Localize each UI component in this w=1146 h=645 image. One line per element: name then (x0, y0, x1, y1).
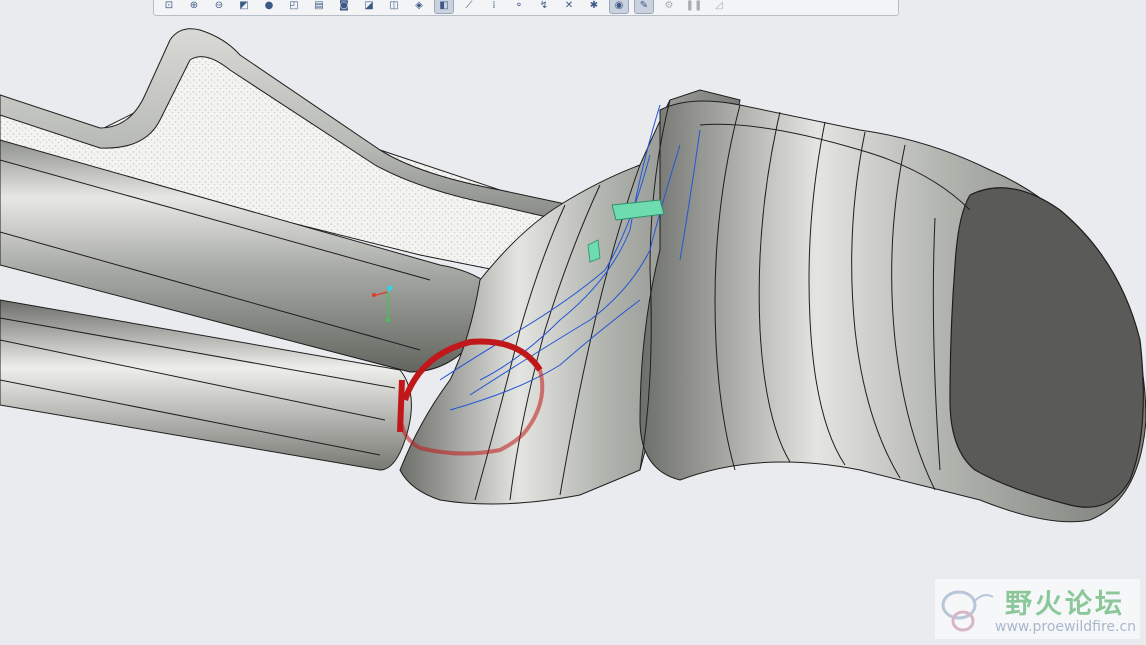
saved-orientations-icon[interactable]: ◰ (285, 0, 303, 13)
end-cap (949, 187, 1144, 508)
zoom-refit-icon[interactable]: ⊡ (160, 0, 178, 13)
csys-display-icon[interactable]: ↯ (535, 0, 553, 13)
annotation-display-icon[interactable]: ✕ (560, 0, 578, 13)
watermark-url: www.proewildfire.cn (995, 619, 1137, 635)
show-hidden-icon[interactable]: ◉ (609, 0, 629, 14)
measure-icon[interactable]: ✎ (634, 0, 654, 14)
zoom-out-icon[interactable]: ⊖ (210, 0, 228, 13)
view-toolbar: ⊡ ⊕ ⊖ ◩ ● ◰ ▤ ◙ ◪ ◫ ◈ ◧ ⟋ ⁞ ⚬ ↯ ✕ ✱ ◉ ✎ ⚙ ❚❚ ◿ (153, 0, 899, 16)
perspective-icon[interactable]: ◪ (360, 0, 378, 13)
watermark-title: 野火论坛 (1005, 589, 1125, 620)
appearance-icon[interactable]: ⚙ (660, 0, 678, 13)
view-manager-icon[interactable]: ▤ (310, 0, 328, 13)
scene-icon[interactable]: ◿ (710, 0, 728, 13)
watermark: 野火论坛 www.proewildfire.cn (935, 579, 1140, 639)
sketch-view-icon[interactable]: ◧ (434, 0, 454, 14)
point-display-icon[interactable]: ⚬ (510, 0, 528, 13)
butterfly-logo-icon (941, 590, 994, 632)
datum-planes-icon[interactable]: ⟋ (460, 0, 478, 13)
spin-center-icon[interactable]: ● (260, 0, 278, 13)
display-style-icon[interactable]: ◫ (385, 0, 403, 13)
pause-icon[interactable]: ❚❚ (685, 0, 703, 13)
datum-axes-icon[interactable]: ⁞ (485, 0, 503, 13)
spin-center-display-icon[interactable]: ✱ (585, 0, 603, 13)
shaded-edges-icon[interactable]: ◈ (410, 0, 428, 13)
named-views-icon[interactable]: ◙ (335, 0, 353, 13)
repaint-icon[interactable]: ◩ (235, 0, 253, 13)
zoom-in-icon[interactable]: ⊕ (185, 0, 203, 13)
model-viewport[interactable] (0, 0, 1146, 645)
